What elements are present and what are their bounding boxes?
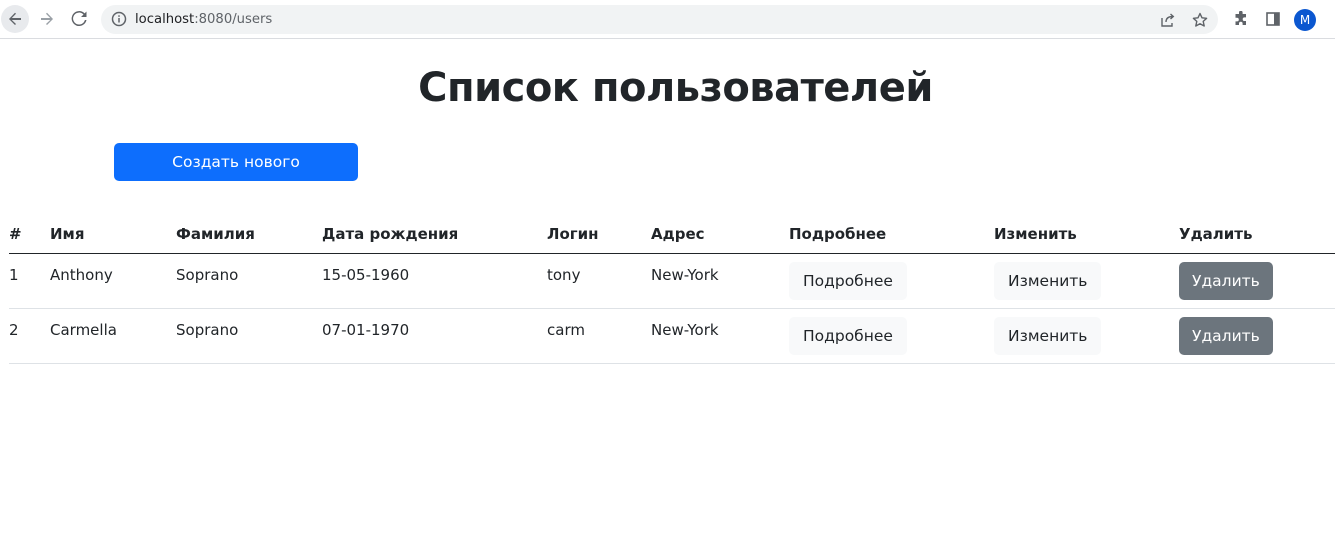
cell-birth-date: 07-01-1970 — [322, 320, 410, 339]
cell-birth-date: 15-05-1960 — [322, 265, 410, 284]
cell-login: tony — [547, 265, 581, 284]
info-icon[interactable] — [111, 11, 127, 32]
cell-id: 2 — [9, 320, 19, 339]
details-button[interactable]: Подробнее — [789, 316, 907, 355]
delete-button[interactable]: Удалить — [1179, 316, 1273, 355]
header-last-name: Фамилия — [176, 225, 255, 243]
side-panel-icon[interactable] — [1264, 10, 1282, 28]
star-icon[interactable] — [1191, 11, 1209, 29]
cell-last-name: Soprano — [176, 265, 239, 284]
reload-button[interactable] — [65, 5, 93, 33]
cell-edit: Изменить — [994, 308, 1179, 363]
page-title: Список пользователей — [418, 65, 933, 111]
active-tab-notch — [592, 0, 698, 2]
cell-first-name: Carmella — [50, 320, 117, 339]
url-host: localhost — [135, 12, 195, 27]
table-header-row: # Имя Фамилия Дата рождения Логин Адрес … — [9, 214, 1335, 253]
header-number: # — [9, 225, 22, 243]
forward-button[interactable] — [33, 5, 61, 33]
edit-button[interactable]: Изменить — [994, 316, 1102, 355]
browser-toolbar: localhost:8080/users M — [0, 0, 1335, 39]
cell-address: New-York — [651, 265, 719, 284]
header-details: Подробнее — [789, 225, 887, 243]
create-user-button[interactable]: Создать нового пользователя — [114, 143, 358, 209]
edit-button[interactable]: Изменить — [994, 261, 1102, 300]
extensions-icon[interactable] — [1232, 10, 1250, 28]
details-button[interactable]: Подробнее — [789, 261, 907, 300]
url-text: localhost:8080/users — [135, 12, 272, 28]
header-delete: Удалить — [1179, 225, 1253, 243]
profile-avatar[interactable]: M — [1294, 9, 1316, 31]
cell-login: carm — [547, 320, 585, 339]
address-bar[interactable]: localhost:8080/users — [101, 5, 1218, 34]
cell-id: 1 — [9, 265, 19, 284]
table-row: 2 Carmella Soprano 07-01-1970 carm New-Y… — [9, 308, 1335, 363]
share-icon[interactable] — [1159, 11, 1177, 29]
users-table: # Имя Фамилия Дата рождения Логин Адрес … — [9, 214, 1335, 364]
cell-details: Подробнее — [789, 308, 994, 363]
reload-icon — [71, 11, 87, 27]
cell-edit: Изменить — [994, 253, 1179, 308]
back-arrow-icon — [7, 11, 23, 27]
header-address: Адрес — [651, 225, 705, 243]
cell-delete: Удалить — [1179, 253, 1335, 308]
cell-address: New-York — [651, 320, 719, 339]
header-birth-date: Дата рождения — [322, 225, 459, 243]
header-first-name: Имя — [50, 225, 85, 243]
cell-details: Подробнее — [789, 253, 994, 308]
header-login: Логин — [547, 225, 599, 243]
header-edit: Изменить — [994, 225, 1077, 243]
cell-delete: Удалить — [1179, 308, 1335, 363]
cell-first-name: Anthony — [50, 265, 113, 284]
delete-button[interactable]: Удалить — [1179, 261, 1273, 300]
url-path: :8080/users — [194, 12, 273, 27]
back-button[interactable] — [1, 5, 29, 33]
forward-arrow-icon — [39, 11, 55, 27]
table-row: 1 Anthony Soprano 15-05-1960 tony New-Yo… — [9, 253, 1335, 308]
cell-last-name: Soprano — [176, 320, 239, 339]
